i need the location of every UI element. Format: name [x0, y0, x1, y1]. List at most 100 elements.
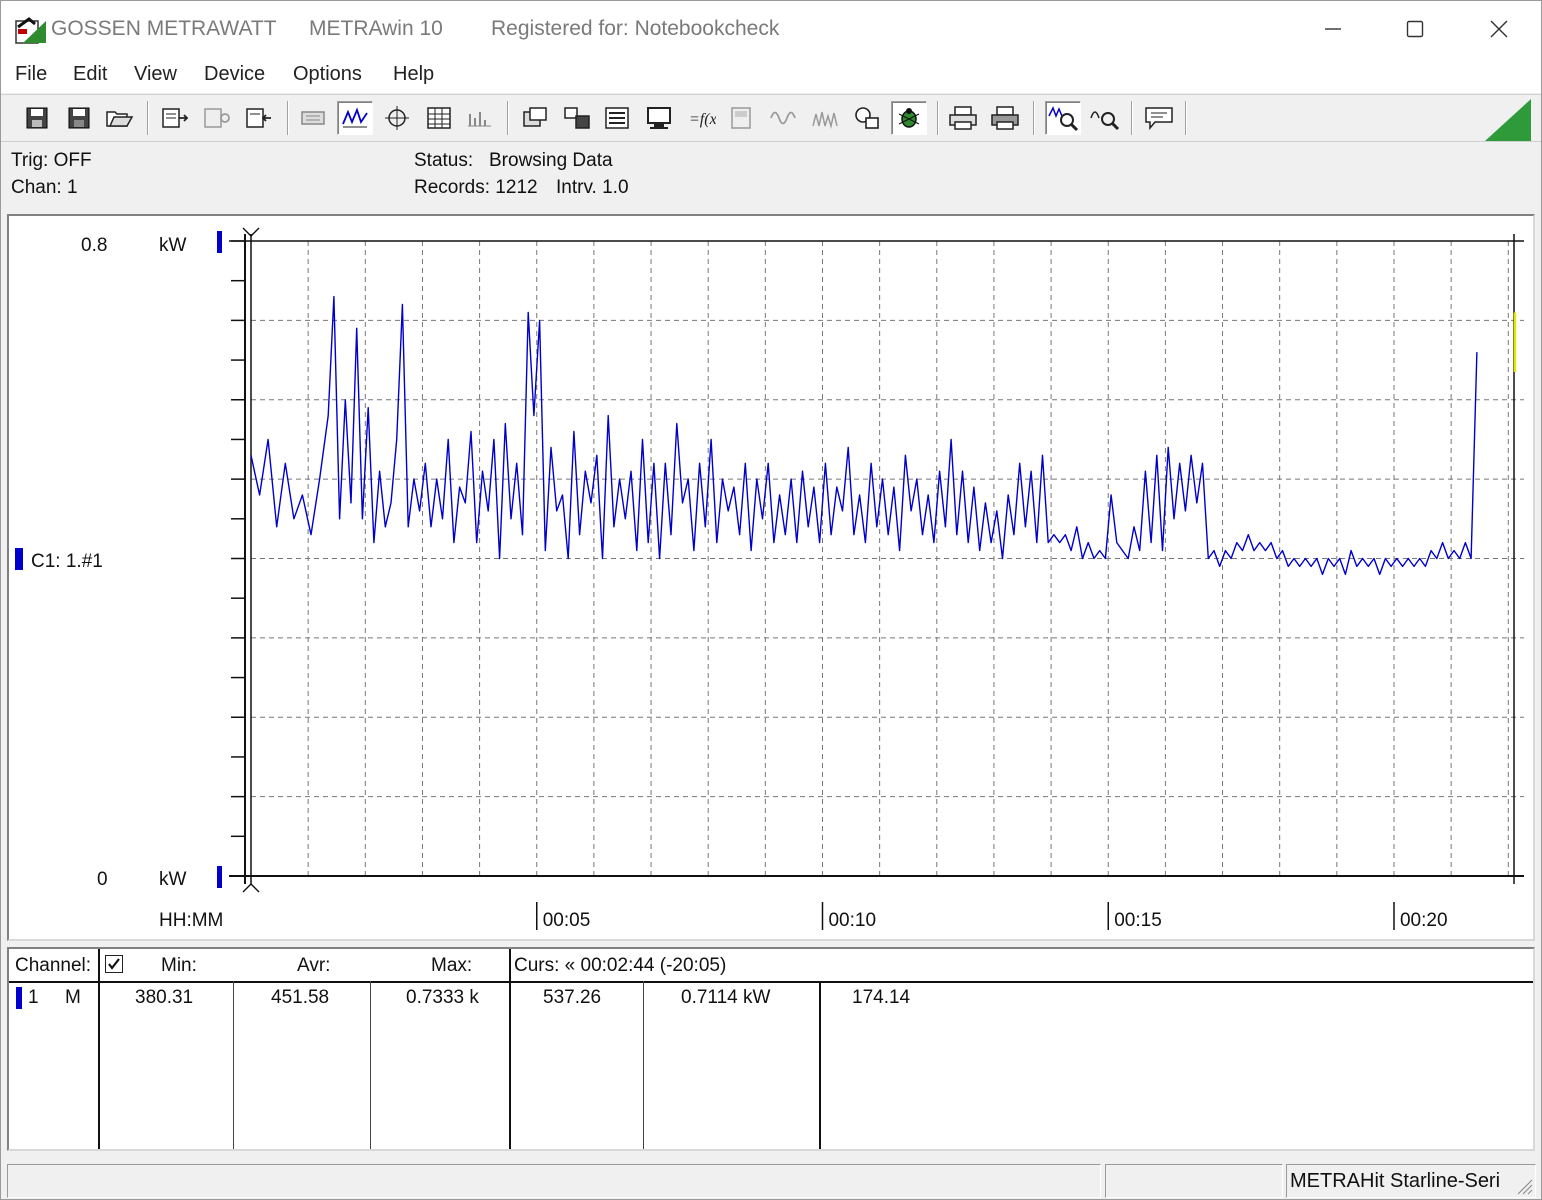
menu-help[interactable]: Help [393, 63, 434, 86]
row-mode: M [65, 987, 81, 1008]
y-axis-max-value: 0.8 [81, 235, 107, 256]
bug-button[interactable] [891, 101, 927, 135]
status-pane-secondary [1105, 1164, 1283, 1198]
status-bar: METRAHit Starline-Seri [1, 1161, 1541, 1199]
header-channel: Channel: [15, 955, 92, 976]
copy-button[interactable] [849, 101, 885, 135]
printer-icon [949, 106, 977, 130]
multi-window-icon [564, 107, 590, 129]
device-read-button[interactable] [157, 101, 193, 135]
menu-view[interactable]: View [134, 63, 177, 86]
print-preview-icon [301, 111, 325, 125]
menu-device[interactable]: Device [204, 63, 265, 86]
y-top-marker [217, 231, 222, 253]
printer-2-icon [991, 106, 1019, 130]
monitor-icon [647, 107, 671, 129]
plot-grid [251, 240, 1524, 877]
function-button[interactable]: =f(x) [683, 101, 719, 135]
bar-graph-icon [468, 112, 491, 127]
row-channel-number: 1 [28, 987, 39, 1008]
menu-options[interactable]: Options [293, 63, 362, 86]
menu-bar: File Edit View Device Options Help [1, 57, 1541, 93]
title-bar[interactable]: GOSSEN METRAWATT METRAwin 10 Registered … [1, 1, 1541, 57]
row-cursor-value-2: 0.7114 kW [681, 987, 771, 1008]
status-pane-device: METRAHit Starline-Seri [1286, 1164, 1536, 1198]
window-icon [523, 107, 547, 127]
zoom-icon [1090, 111, 1120, 131]
multi-window-button[interactable] [559, 101, 595, 135]
resize-corner-icon [1485, 99, 1531, 141]
save-icon [26, 107, 48, 129]
device-send-icon [246, 108, 271, 128]
table-row[interactable]: 1 M 380.31 451.58 0.7333 k 537.26 0.7114… [9, 983, 1533, 1013]
maximize-button[interactable] [1385, 9, 1445, 49]
comment-button[interactable] [1141, 101, 1177, 135]
row-min: 380.31 [135, 987, 194, 1008]
zoom-button[interactable] [1087, 101, 1123, 135]
open-button[interactable] [101, 101, 137, 135]
maximize-icon [1406, 20, 1424, 38]
menu-edit[interactable]: Edit [73, 63, 107, 86]
waveform-icon [770, 111, 796, 125]
records-count: Records: 1212 [414, 177, 538, 198]
x-axis-unit-label: HH:MM [159, 910, 223, 931]
list-button[interactable] [599, 101, 635, 135]
menu-file[interactable]: File [15, 63, 47, 86]
device-config-button[interactable] [199, 101, 235, 135]
info-panel: Trig: OFF Chan: 1 Status: Browsing Data … [1, 143, 1541, 211]
minimize-icon [1325, 28, 1341, 30]
header-max: Max: [431, 955, 473, 976]
bar-graph-button[interactable] [461, 101, 497, 135]
row-max: 0.7333 k [406, 987, 479, 1008]
printer-button[interactable] [945, 101, 981, 135]
list-icon [605, 107, 629, 129]
device-config-icon [204, 108, 230, 128]
device-read-icon [162, 108, 189, 128]
window-button[interactable] [517, 101, 553, 135]
close-button[interactable] [1469, 9, 1529, 49]
power-chart[interactable]: 0.8 kW 0 kW C1: 1.#1 HH:MM 00:05 00:10 00:… [9, 216, 1533, 939]
header-min: Min: [161, 955, 197, 976]
status-pane-main [7, 1164, 1101, 1198]
toolbar-separator [937, 101, 939, 135]
spectrum-button[interactable] [807, 101, 843, 135]
x-tick-label: 00:10 [828, 910, 876, 931]
printer-2-button[interactable] [987, 101, 1023, 135]
device-send-button[interactable] [241, 101, 277, 135]
channel-label: C1: 1.#1 [31, 551, 103, 572]
toolbar-separator [1033, 101, 1035, 135]
print-preview-button[interactable] [295, 101, 331, 135]
save-as-button[interactable] [61, 101, 97, 135]
meter-button[interactable] [723, 101, 759, 135]
toolbar-separator [1185, 101, 1187, 135]
save-as-icon [68, 107, 90, 129]
toolbar-separator [147, 101, 149, 135]
table-button[interactable] [421, 101, 457, 135]
line-graph-icon [342, 107, 368, 128]
waveform-button[interactable] [765, 101, 801, 135]
header-cursor: Curs: « 00:02:44 (-20:05) [514, 955, 727, 976]
toolbar-separator [287, 101, 289, 135]
channel-checkbox[interactable] [105, 955, 123, 973]
line-graph-button[interactable] [337, 101, 373, 135]
registered-title: Registered for: Notebookcheck [491, 17, 780, 40]
spectrum-icon [812, 111, 838, 129]
y-bottom-marker [217, 866, 222, 888]
size-grip-icon[interactable] [1514, 1176, 1534, 1196]
x-axis-arrow-icon [242, 883, 260, 893]
interval-value: Intrv. 1.0 [556, 177, 629, 198]
crosshair-icon [385, 106, 409, 130]
series-layer [250, 295, 1517, 576]
close-icon [1490, 20, 1508, 38]
crosshair-button[interactable] [379, 101, 415, 135]
status-value: Browsing Data [489, 150, 613, 171]
monitor-button[interactable] [641, 101, 677, 135]
zoom-graph-icon [1048, 106, 1079, 132]
zoom-graph-button[interactable] [1045, 101, 1081, 135]
toolbar-separator [1131, 101, 1133, 135]
save-button[interactable] [19, 101, 55, 135]
plot-area[interactable]: 0.8 kW 0 kW C1: 1.#1 HH:MM 00:05 00:10 00:… [7, 214, 1535, 941]
power-series-line [250, 295, 1478, 576]
minimize-button[interactable] [1303, 9, 1363, 49]
x-tick-label: 00:15 [1114, 910, 1162, 931]
